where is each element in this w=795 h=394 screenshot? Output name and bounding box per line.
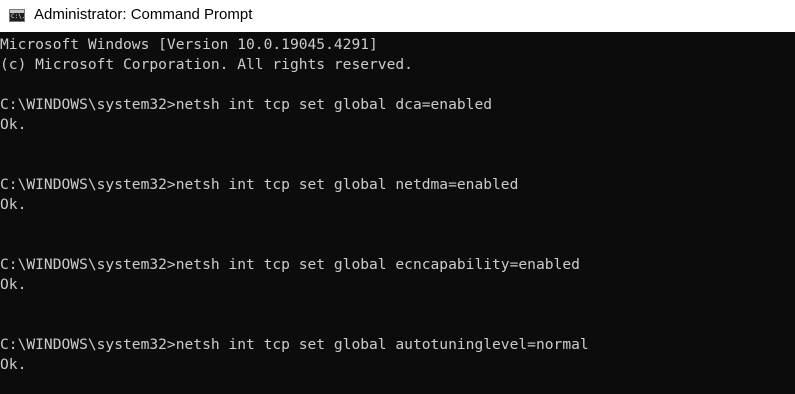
command-prompt-window: C:\. Administrator: Command Prompt Micro… xyxy=(0,0,795,394)
icon-prompt-text: C:\. xyxy=(11,13,26,20)
console-lines: Microsoft Windows [Version 10.0.19045.42… xyxy=(0,35,589,394)
console-line-version: Microsoft Windows [Version 10.0.19045.42… xyxy=(0,36,378,53)
console-line-blank xyxy=(0,295,589,315)
console-line-blank xyxy=(0,315,589,335)
console-line-blank xyxy=(0,235,589,255)
console-line-command-dca: C:\WINDOWS\system32>netsh int tcp set gl… xyxy=(0,96,493,113)
console-line-blank xyxy=(0,155,589,175)
console-line-command-netdma: C:\WINDOWS\system32>netsh int tcp set gl… xyxy=(0,176,519,193)
console-line-blank xyxy=(0,375,589,394)
console-line-result: Ok. xyxy=(0,276,27,293)
console-line-result: Ok. xyxy=(0,196,27,213)
console-output-area[interactable]: Microsoft Windows [Version 10.0.19045.42… xyxy=(0,32,795,394)
title-bar[interactable]: C:\. Administrator: Command Prompt xyxy=(0,0,795,32)
console-line-blank xyxy=(0,75,589,95)
command-prompt-icon[interactable]: C:\. xyxy=(9,9,25,22)
console-line-command-autotuninglevel: C:\WINDOWS\system32>netsh int tcp set gl… xyxy=(0,336,589,353)
console-line-result: Ok. xyxy=(0,116,27,133)
console-line-blank xyxy=(0,135,589,155)
console-line-copyright: (c) Microsoft Corporation. All rights re… xyxy=(0,56,413,73)
console-line-command-ecncapability: C:\WINDOWS\system32>netsh int tcp set gl… xyxy=(0,256,580,273)
console-line-result: Ok. xyxy=(0,356,27,373)
console-line-blank xyxy=(0,215,589,235)
window-title: Administrator: Command Prompt xyxy=(34,6,253,23)
